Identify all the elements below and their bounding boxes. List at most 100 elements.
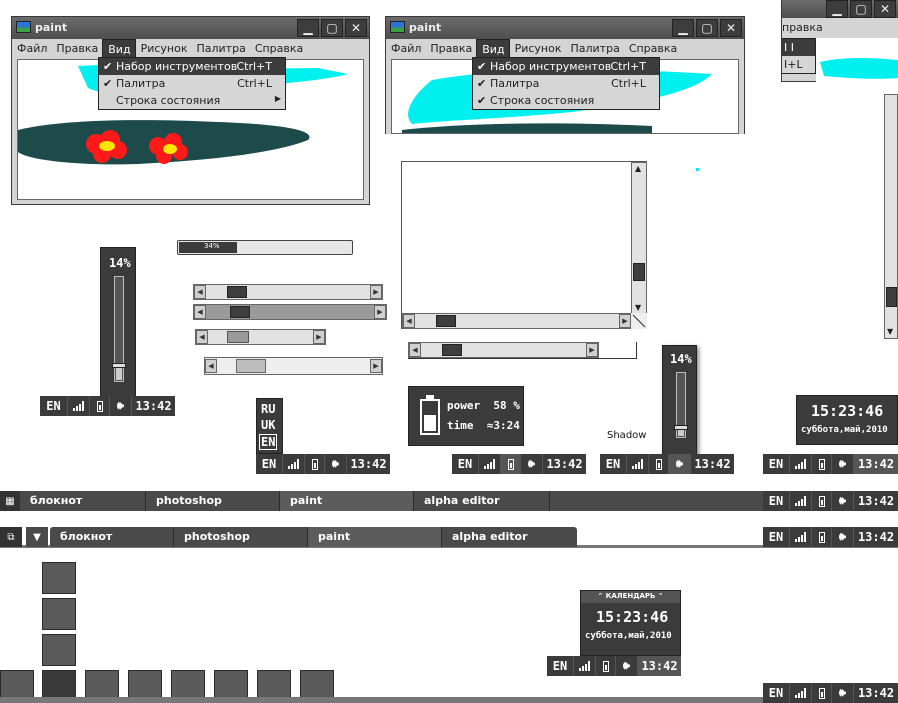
lang-indicator[interactable]: EN — [256, 454, 283, 474]
battery-icon[interactable] — [596, 656, 616, 676]
battery-icon[interactable] — [812, 454, 832, 474]
menu-view[interactable]: Вид — [476, 39, 510, 58]
battery-icon[interactable] — [305, 454, 325, 474]
lang-indicator[interactable]: EN — [547, 656, 574, 676]
volume-knob[interactable] — [112, 363, 126, 368]
clock-time[interactable]: 13:42 — [638, 656, 681, 676]
scroll-right-arrow-icon[interactable]: ▶ — [370, 285, 382, 299]
menu-item-statusbar[interactable]: Строка состояния ▶ — [99, 92, 285, 109]
battery-icon[interactable] — [501, 454, 521, 474]
speaker-icon[interactable]: 🕪 — [669, 454, 691, 474]
lang-option-en[interactable]: EN — [259, 434, 278, 450]
clock-time[interactable]: 13:42 — [854, 683, 898, 703]
signal-icon[interactable] — [574, 656, 596, 676]
task-notepad[interactable]: блокнот — [20, 491, 146, 511]
clock-time[interactable]: 13:42 — [543, 454, 586, 474]
scroll-right-arrow-icon[interactable]: ▶ — [374, 305, 386, 319]
lang-indicator[interactable]: EN — [40, 396, 68, 416]
maximize-button[interactable]: ▢ — [850, 0, 872, 18]
clock-time[interactable]: 13:42 — [854, 491, 898, 511]
horizontal-scrollbar[interactable]: ◀ ▶ — [402, 313, 632, 329]
scroll-thumb[interactable] — [436, 315, 456, 327]
scroll-thumb[interactable] — [227, 331, 249, 343]
scroll-thumb[interactable] — [236, 359, 266, 373]
task-alpha-editor[interactable]: alpha editor — [414, 491, 550, 511]
lang-indicator[interactable]: EN — [452, 454, 479, 474]
speaker-icon[interactable]: 🕪 — [832, 683, 854, 703]
scroll-view[interactable]: ▲ ▼ ◀ ▶ — [401, 161, 647, 329]
menu-item-palette[interactable]: ✔ Палитра Ctrl+L — [99, 75, 285, 92]
tile-button[interactable] — [42, 562, 76, 594]
speaker-icon[interactable]: 🕪 — [832, 454, 854, 474]
minimize-button[interactable]: ▁ — [826, 0, 848, 18]
lang-option-uk[interactable]: UK — [261, 418, 275, 432]
clock-time[interactable]: 13:42 — [691, 454, 734, 474]
tile-button[interactable] — [42, 598, 76, 630]
signal-icon[interactable] — [790, 491, 812, 511]
speaker-icon[interactable]: 🕪 — [832, 491, 854, 511]
start-button-icon[interactable]: ▦ — [0, 491, 20, 511]
scroll-left-arrow-icon[interactable]: ◀ — [205, 359, 217, 373]
scroll-left-arrow-icon[interactable]: ◀ — [194, 285, 206, 299]
scroll-thumb[interactable] — [633, 263, 645, 281]
signal-icon[interactable] — [283, 454, 305, 474]
close-button[interactable]: ✕ — [874, 0, 896, 18]
battery-icon[interactable] — [812, 683, 832, 703]
resize-grip-icon[interactable] — [631, 313, 647, 329]
battery-icon[interactable] — [812, 527, 832, 547]
battery-icon[interactable] — [812, 491, 832, 511]
scroll-left-arrow-icon[interactable]: ◀ — [409, 343, 421, 357]
task-paint[interactable]: paint — [280, 491, 414, 511]
title-bar[interactable]: paint ▁ ▢ ✕ — [386, 17, 744, 39]
menu-help[interactable]: Справка — [250, 39, 307, 58]
scroll-thumb[interactable] — [227, 286, 247, 298]
hscrollbar-2[interactable]: ◀ ▶ — [193, 304, 387, 320]
speaker-icon[interactable]: 🕪 — [832, 527, 854, 547]
scroll-right-arrow-icon[interactable]: ▶ — [313, 330, 325, 344]
speaker-icon[interactable]: 🕪 — [110, 396, 132, 416]
lang-indicator[interactable]: EN — [763, 527, 790, 547]
close-button[interactable]: ✕ — [345, 19, 367, 37]
battery-icon[interactable] — [649, 454, 669, 474]
menu-item-toolbox[interactable]: I I — [782, 39, 815, 56]
task-paint[interactable]: paint — [308, 527, 442, 547]
speaker-icon[interactable]: 🕪 — [521, 454, 543, 474]
signal-icon[interactable] — [790, 683, 812, 703]
menu-help[interactable]: Справка — [624, 39, 681, 58]
speaker-icon[interactable]: 🕪 — [325, 454, 347, 474]
scroll-left-arrow-icon[interactable]: ◀ — [196, 330, 208, 344]
maximize-button[interactable]: ▢ — [696, 19, 718, 37]
clock-time[interactable]: 13:42 — [854, 454, 898, 474]
menu-edit[interactable]: Правка — [425, 39, 476, 58]
menu-palette[interactable]: Палитра — [565, 39, 623, 58]
hscrollbar-4[interactable]: ◀ ▶ — [204, 357, 383, 375]
vertical-scrollbar-right[interactable]: ▼ — [884, 94, 898, 339]
menu-file[interactable]: Файл — [12, 39, 51, 58]
task-alpha-editor[interactable]: alpha editor — [442, 527, 577, 547]
speaker-icon[interactable]: 🕪 — [616, 656, 638, 676]
hscrollbar-3[interactable]: ◀ ▶ — [195, 329, 326, 345]
clock-time[interactable]: 13:42 — [347, 454, 390, 474]
menu-item-statusbar[interactable]: ✔ Строка состояния — [473, 92, 659, 109]
scroll-down-arrow-icon[interactable]: ▼ — [635, 303, 641, 312]
minimize-button[interactable]: ▁ — [672, 19, 694, 37]
clock-time[interactable]: 13:42 — [854, 527, 898, 547]
lang-option-ru[interactable]: RU — [261, 402, 275, 416]
volume-knob[interactable] — [674, 425, 688, 430]
lang-indicator[interactable]: EN — [763, 454, 790, 474]
menu-image[interactable]: Рисунок — [510, 39, 566, 58]
close-button[interactable]: ✕ — [720, 19, 742, 37]
menu-item-palette[interactable]: I+L — [782, 56, 815, 73]
minimize-button[interactable]: ▁ — [297, 19, 319, 37]
menu-image[interactable]: Рисунок — [136, 39, 192, 58]
title-bar[interactable]: paint ▁ ▢ ✕ — [12, 17, 369, 39]
lang-indicator[interactable]: EN — [763, 683, 790, 703]
scroll-right-arrow-icon[interactable]: ▶ — [586, 343, 598, 357]
lang-indicator[interactable]: EN — [763, 491, 790, 511]
menu-edit[interactable]: правка — [782, 18, 827, 37]
menu-item-palette[interactable]: ✔ Палитра Ctrl+L — [473, 75, 659, 92]
menu-file[interactable]: Файл — [386, 39, 425, 58]
hscrollbar-1[interactable]: ◀ ▶ — [193, 284, 383, 300]
signal-icon[interactable] — [68, 396, 90, 416]
battery-icon[interactable] — [90, 396, 110, 416]
